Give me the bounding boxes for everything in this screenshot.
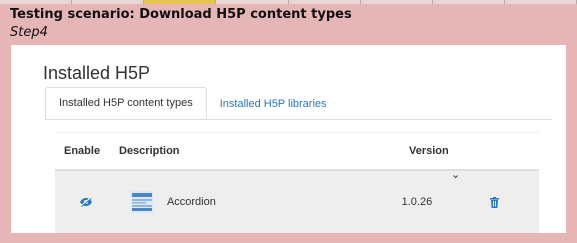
table-header: Enable Description Version [55, 132, 539, 171]
strip-cell [288, 0, 361, 4]
content-types-table: Enable Description Version Accordion 1.0… [55, 132, 539, 233]
header-version: Version [409, 145, 449, 157]
content-type-version: 1.0.26 [401, 196, 433, 208]
header-enable: Enable [64, 145, 101, 157]
content-type-name: Accordion [166, 196, 216, 208]
tab-libraries[interactable]: Installed H5P libraries [207, 89, 340, 119]
strip-cell [216, 0, 289, 4]
tab-bar: Installed H5P content types Installed H5… [45, 87, 340, 119]
screenshot-frame: Installed H5P Installed H5P content type… [11, 45, 566, 233]
tab-content-types[interactable]: Installed H5P content types [45, 87, 207, 119]
header-description: Description [119, 145, 180, 157]
trash-icon[interactable] [490, 196, 499, 208]
delete-action[interactable] [490, 196, 539, 208]
strip-cell [0, 0, 73, 4]
strip-cell [72, 0, 145, 4]
accordion-icon [131, 191, 154, 213]
top-strip [0, 0, 577, 4]
scenario-header: Testing scenario: Download H5P content t… [10, 7, 352, 40]
mouse-cursor-icon: ⌄ [451, 169, 461, 181]
scenario-title: Testing scenario: Download H5P content t… [10, 7, 352, 22]
table-row: Accordion 1.0.26 [55, 171, 539, 233]
strip-cell [432, 0, 505, 4]
tab-divider [45, 119, 552, 120]
content-type-icon-cell [118, 191, 167, 213]
eye-slash-icon[interactable] [79, 197, 93, 207]
page-title: Installed H5P [43, 63, 151, 83]
strip-cell-active [144, 0, 217, 4]
step-label: Step4 [10, 25, 48, 40]
enable-toggle[interactable] [55, 197, 118, 207]
strip-cell [360, 0, 433, 4]
strip-cell [504, 0, 577, 4]
